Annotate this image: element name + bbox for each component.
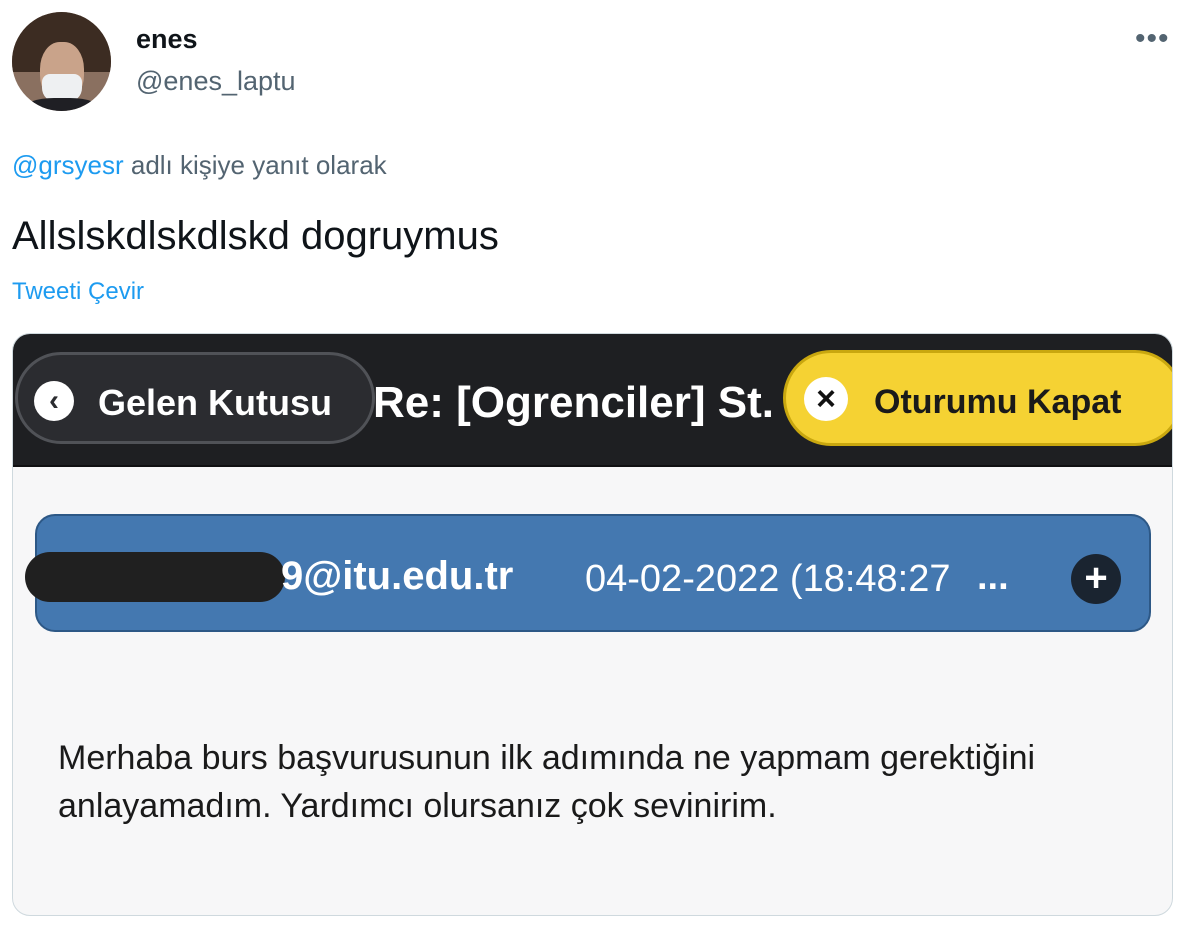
reply-context: @grsyesr adlı kişiye yanıt olarak [12,150,387,181]
more-horizontal-icon[interactable]: ••• [1135,22,1170,56]
email-body: Merhaba burs başvurusunun ilk adımında n… [58,739,1036,825]
logout-label: Oturumu Kapat [874,383,1122,421]
reply-mention-link[interactable]: @grsyesr [12,150,124,180]
redaction-bar [25,552,285,602]
email-date: 04-02-2022 (18:48:27 [585,558,951,600]
email-subject: Re: [Ogrenciler] St. [373,378,774,427]
inbox-back-label: Gelen Kutusu [98,382,333,423]
logout-button: × Oturumu Kapat [783,350,1172,446]
reply-context-text: adlı kişiye yanıt olarak [123,150,387,180]
sender-bar: 9@itu.edu.tr 04-02-2022 (18:48:27 ... + [25,514,1151,632]
translate-tweet-link[interactable]: Tweeti Çevir [12,278,144,306]
sender-email: 9@itu.edu.tr [281,554,514,598]
author-name[interactable]: enes [136,24,198,55]
tweet-media-image[interactable]: ‹ Gelen Kutusu Re: [Ogrenciler] St. × Ot… [12,333,1173,916]
date-ellipsis: ... [977,556,1009,598]
close-icon: × [804,377,848,421]
chevron-left-icon: ‹ [34,381,74,421]
avatar[interactable] [12,12,111,111]
inbox-back-button: ‹ Gelen Kutusu [15,352,375,444]
mail-toolbar: ‹ Gelen Kutusu Re: [Ogrenciler] St. × Ot… [13,334,1172,467]
author-handle[interactable]: @enes_laptu [136,66,296,97]
tweet-text: Allslskdlskdlskd dogruymus [12,214,499,258]
plus-icon: + [1071,554,1121,604]
